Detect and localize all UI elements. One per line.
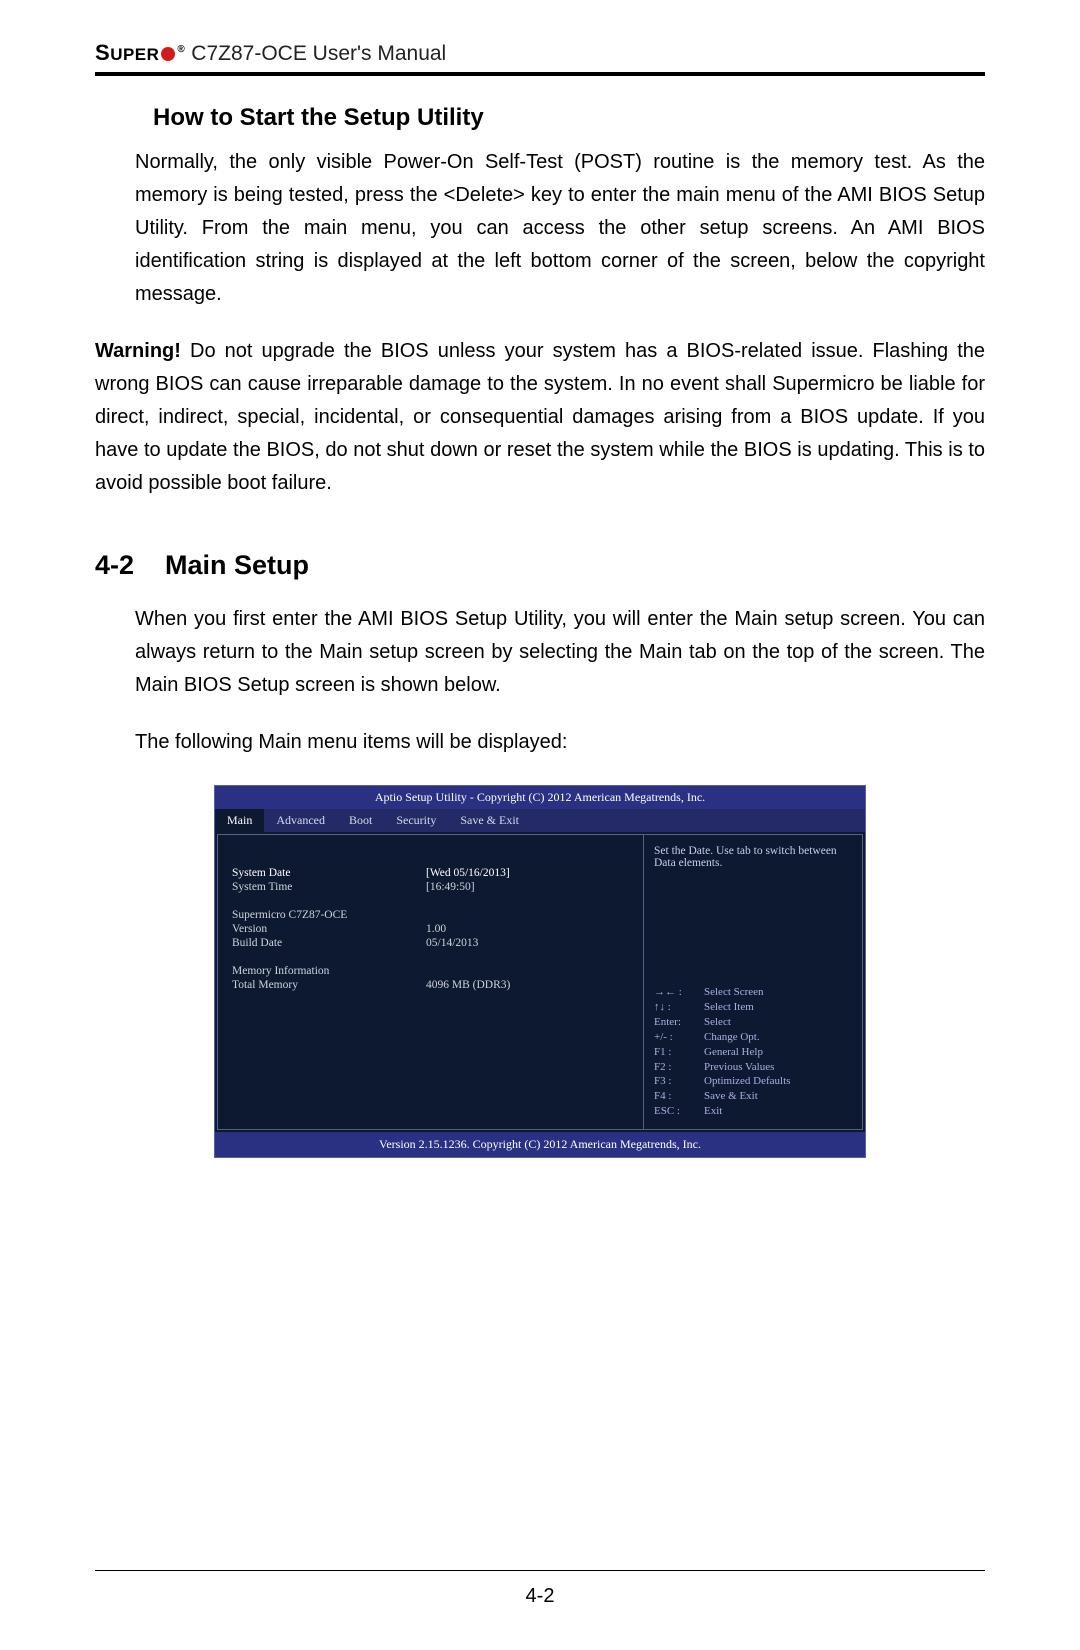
key-row: F1 :General Help: [654, 1045, 852, 1060]
system-time-label: System Time: [232, 881, 422, 893]
key-row: F2 :Previous Values: [654, 1060, 852, 1075]
warning-text: Do not upgrade the BIOS unless your syst…: [95, 340, 985, 494]
page-header: SUPER ® C7Z87-OCE User's Manual: [95, 40, 985, 76]
tab-boot[interactable]: Boot: [337, 809, 384, 832]
board-name: Supermicro C7Z87-OCE: [232, 909, 347, 921]
version-label: Version: [232, 923, 422, 935]
total-memory-label: Total Memory: [232, 979, 422, 991]
tab-main[interactable]: Main: [215, 809, 264, 832]
tab-advanced[interactable]: Advanced: [264, 809, 337, 832]
tab-security[interactable]: Security: [384, 809, 448, 832]
system-date-label: System Date: [232, 867, 422, 879]
subsection-heading: How to Start the Setup Utility: [153, 104, 985, 132]
version-value: 1.00: [426, 923, 446, 935]
bios-right-pane: Set the Date. Use tab to switch between …: [643, 834, 863, 1130]
section-title: Main Setup: [165, 550, 309, 580]
brand-prefix: S: [95, 40, 110, 66]
system-time-value[interactable]: [16:49:50]: [426, 881, 475, 893]
key-row: ↑↓ :Select Item: [654, 1000, 852, 1015]
tab-save-exit[interactable]: Save & Exit: [448, 809, 531, 832]
key-row: →← :Select Screen: [654, 985, 852, 1000]
document-title: C7Z87-OCE User's Manual: [191, 42, 446, 66]
section-number: 4-2: [95, 550, 165, 581]
manual-page: SUPER ® C7Z87-OCE User's Manual How to St…: [0, 0, 1080, 1650]
page-number: 4-2: [526, 1585, 555, 1607]
brand-logo: SUPER ®: [95, 40, 183, 66]
key-row: +/- :Change Opt.: [654, 1030, 852, 1045]
bios-help-text: Set the Date. Use tab to switch between …: [654, 845, 852, 869]
bios-body: System Date [Wed 05/16/2013] System Time…: [215, 832, 865, 1132]
key-row: ESC :Exit: [654, 1104, 852, 1119]
registered-icon: ®: [177, 44, 185, 55]
memory-info-header: Memory Information: [232, 965, 329, 977]
key-row: Enter:Select: [654, 1015, 852, 1030]
bios-footer-bar: Version 2.15.1236. Copyright (C) 2012 Am…: [215, 1132, 865, 1157]
build-date-label: Build Date: [232, 937, 422, 949]
bios-screenshot: Aptio Setup Utility - Copyright (C) 2012…: [214, 785, 866, 1158]
key-row: F4 :Save & Exit: [654, 1089, 852, 1104]
bios-title-bar: Aptio Setup Utility - Copyright (C) 2012…: [215, 786, 865, 809]
section-para-1: When you first enter the AMI BIOS Setup …: [135, 603, 985, 702]
bios-left-pane: System Date [Wed 05/16/2013] System Time…: [217, 834, 643, 1130]
intro-paragraph: Normally, the only visible Power-On Self…: [135, 146, 985, 311]
bios-key-legend: →← :Select Screen ↑↓ :Select Item Enter:…: [654, 985, 852, 1119]
bios-tabs: Main Advanced Boot Security Save & Exit: [215, 809, 865, 832]
warning-label: Warning!: [95, 340, 181, 362]
section-para-2: The following Main menu items will be di…: [135, 726, 985, 759]
page-footer: 4-2: [95, 1570, 985, 1608]
build-date-value: 05/14/2013: [426, 937, 478, 949]
brand-rest: UPER: [110, 45, 159, 65]
key-row: F3 :Optimized Defaults: [654, 1074, 852, 1089]
warning-paragraph: Warning! Do not upgrade the BIOS unless …: [95, 335, 985, 500]
system-date-value[interactable]: [Wed 05/16/2013]: [426, 867, 510, 879]
section-heading: 4-2Main Setup: [95, 550, 985, 581]
total-memory-value: 4096 MB (DDR3): [426, 979, 510, 991]
brand-dot-icon: [161, 47, 175, 61]
